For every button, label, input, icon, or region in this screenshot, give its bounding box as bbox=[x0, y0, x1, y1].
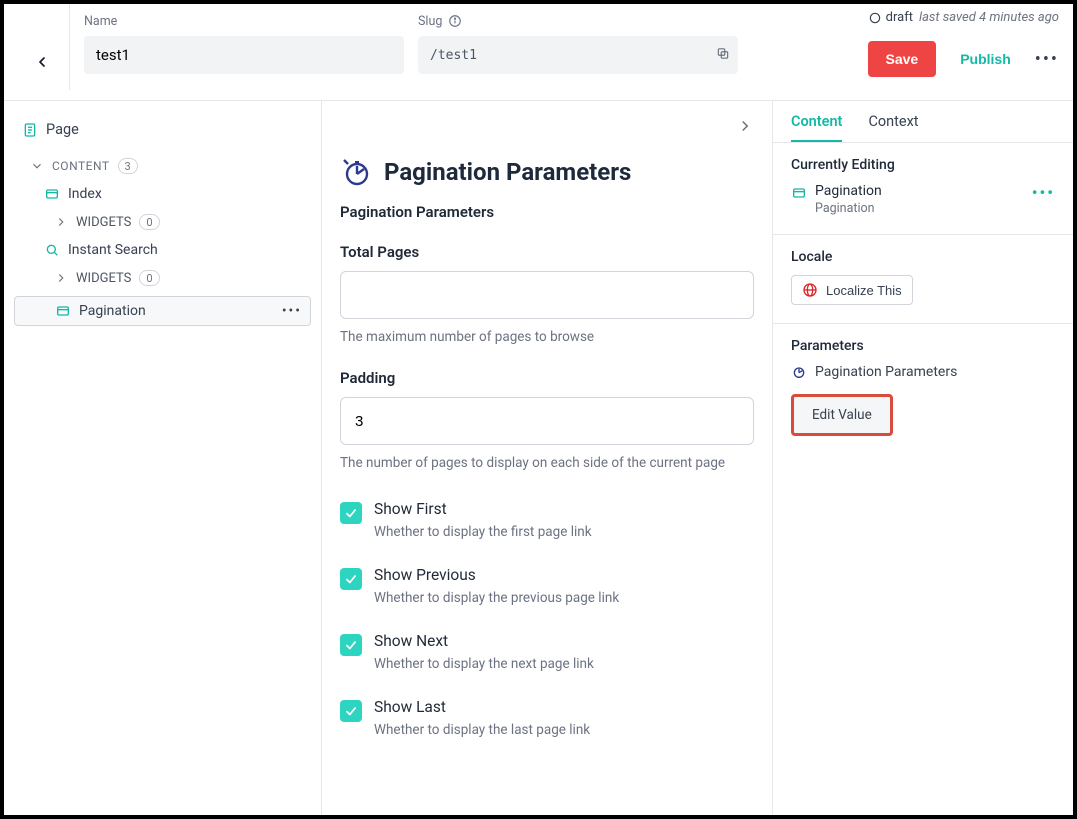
show-next-checkbox[interactable] bbox=[340, 634, 362, 656]
page-icon bbox=[22, 122, 38, 138]
show-previous-label: Show Previous bbox=[374, 566, 619, 584]
left-sidebar: Page CONTENT 3 Index WIDGETS 0 Instant S… bbox=[4, 101, 322, 815]
editing-sublabel: Pagination bbox=[815, 201, 882, 216]
publish-button[interactable]: Publish bbox=[954, 50, 1017, 68]
show-next-label: Show Next bbox=[374, 632, 594, 650]
sidebar-widgets-instant-search[interactable]: WIDGETS 0 bbox=[14, 264, 311, 292]
more-actions-button[interactable]: ••• bbox=[1035, 49, 1059, 70]
save-button[interactable]: Save bbox=[868, 41, 937, 77]
name-label: Name bbox=[84, 12, 404, 30]
copy-slug-button[interactable] bbox=[716, 46, 730, 65]
slug-label: Slug bbox=[418, 14, 442, 29]
show-first-hint: Whether to display the first page link bbox=[374, 524, 592, 540]
show-previous-hint: Whether to display the previous page lin… bbox=[374, 590, 619, 606]
editing-actions[interactable]: ••• bbox=[1032, 183, 1055, 202]
algolia-icon bbox=[340, 155, 374, 189]
editing-label: Pagination bbox=[815, 183, 882, 199]
last-saved-text: last saved 4 minutes ago bbox=[919, 10, 1059, 25]
sidebar-item-index[interactable]: Index bbox=[14, 180, 311, 208]
content-count-badge: 3 bbox=[118, 158, 139, 174]
sidebar-widgets-index[interactable]: WIDGETS 0 bbox=[14, 208, 311, 236]
search-icon bbox=[44, 242, 60, 258]
show-last-hint: Whether to display the last page link bbox=[374, 722, 590, 738]
right-panel: Content Context Currently Editing Pagina… bbox=[773, 101, 1073, 815]
sidebar-item-instant-search[interactable]: Instant Search bbox=[14, 236, 311, 264]
edit-value-button[interactable]: Edit Value bbox=[791, 394, 893, 436]
show-last-checkbox[interactable] bbox=[340, 700, 362, 722]
show-last-label: Show Last bbox=[374, 698, 590, 716]
sidebar-page[interactable]: Page bbox=[14, 115, 311, 144]
header-bar: Name Slug draft last saved 4 minutes bbox=[4, 4, 1073, 101]
localize-button[interactable]: Localize This bbox=[791, 275, 913, 305]
back-button[interactable] bbox=[34, 54, 50, 74]
component-icon bbox=[791, 185, 807, 201]
show-next-hint: Whether to display the next page link bbox=[374, 656, 594, 672]
slug-input[interactable] bbox=[418, 36, 738, 74]
total-pages-label: Total Pages bbox=[340, 243, 754, 261]
tab-content[interactable]: Content bbox=[791, 113, 842, 142]
draft-status: draft bbox=[868, 10, 913, 25]
show-previous-checkbox[interactable] bbox=[340, 568, 362, 590]
sidebar-item-pagination[interactable]: Pagination ••• bbox=[14, 296, 311, 326]
padding-label: Padding bbox=[340, 369, 754, 387]
padding-hint: The number of pages to display on each s… bbox=[340, 453, 754, 473]
algolia-icon bbox=[791, 364, 807, 380]
globe-icon bbox=[802, 282, 818, 298]
chevron-down-icon bbox=[30, 159, 44, 173]
sidebar-page-label: Page bbox=[46, 121, 79, 138]
parameters-heading: Parameters bbox=[791, 338, 1055, 354]
parameters-item[interactable]: Pagination Parameters bbox=[791, 364, 1055, 380]
locale-heading: Locale bbox=[791, 249, 1055, 265]
show-first-label: Show First bbox=[374, 500, 592, 518]
component-icon bbox=[55, 303, 71, 319]
editor-title: Pagination Parameters bbox=[384, 158, 631, 186]
show-first-checkbox[interactable] bbox=[340, 502, 362, 524]
info-icon bbox=[448, 14, 462, 28]
chevron-right-icon bbox=[54, 215, 68, 229]
total-pages-hint: The maximum number of pages to browse bbox=[340, 327, 754, 347]
component-icon bbox=[44, 186, 60, 202]
name-input[interactable] bbox=[84, 36, 404, 74]
editor-panel: Pagination Parameters Pagination Paramet… bbox=[322, 101, 773, 815]
collapse-editor-button[interactable] bbox=[736, 117, 754, 139]
tab-context[interactable]: Context bbox=[868, 113, 918, 142]
sidebar-content-header[interactable]: CONTENT 3 bbox=[14, 152, 311, 180]
total-pages-input[interactable] bbox=[340, 271, 754, 319]
editor-subheading: Pagination Parameters bbox=[340, 203, 754, 221]
sidebar-item-actions[interactable]: ••• bbox=[282, 303, 302, 319]
currently-editing-heading: Currently Editing bbox=[791, 157, 1055, 173]
chevron-right-icon bbox=[54, 271, 68, 285]
padding-input[interactable] bbox=[340, 397, 754, 445]
